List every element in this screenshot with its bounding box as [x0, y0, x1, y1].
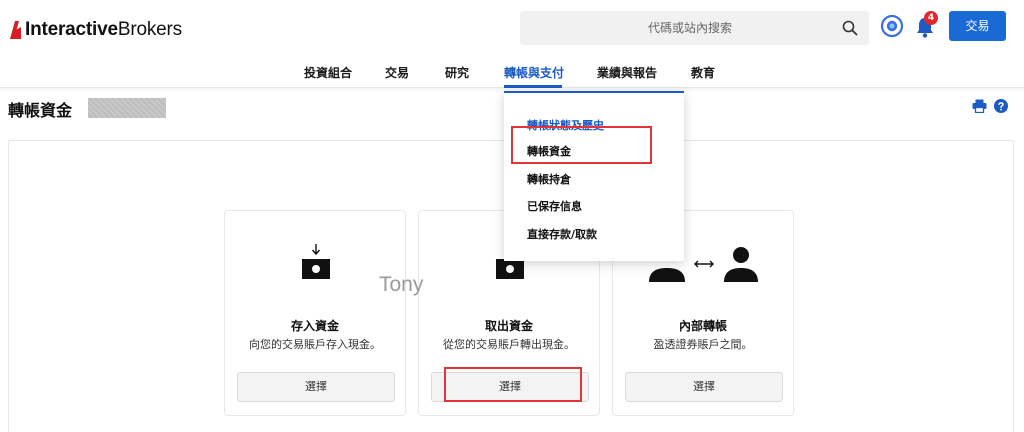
menu-item-transfer-positions[interactable]: 轉帳持倉	[527, 171, 571, 187]
card-title: 存入資金	[290, 319, 339, 333]
main-nav: 投資組合 交易 研究 轉帳與支付 業績與報告 教育	[0, 58, 1024, 88]
assistant-icon[interactable]	[880, 14, 904, 38]
notification-badge: 4	[924, 11, 938, 25]
menu-item-saved-information[interactable]: 已保存信息	[527, 198, 582, 214]
deposit-card[interactable]: 存入資金 向您的交易賬戶存入現金。 選擇	[224, 210, 406, 416]
nav-active-underline	[504, 85, 562, 88]
nav-item-performance-reports[interactable]: 業績與報告	[597, 64, 657, 81]
menu-item-transfer-status-history[interactable]: 轉帳狀態及歷史	[527, 117, 604, 133]
deposit-select-button[interactable]: 選擇	[237, 372, 395, 402]
nav-item-trade[interactable]: 交易	[385, 64, 409, 81]
nav-item-education[interactable]: 教育	[691, 64, 715, 81]
logo-text-regular: Brokers	[117, 19, 182, 40]
logo-text-bold: Interactive	[25, 19, 118, 40]
card-description: 盈透證券賬戶之間。	[653, 338, 753, 351]
search-box	[520, 11, 869, 45]
card-title: 內部轉帳	[678, 319, 727, 333]
internal-transfer-select-button[interactable]: 選擇	[625, 372, 783, 402]
transfer-dropdown-menu: 轉帳狀態及歷史 轉帳資金 轉帳持倉 已保存信息 直接存款/取款	[504, 91, 684, 261]
card-description: 向您的交易賬戶存入現金。	[249, 338, 381, 351]
ib-logo[interactable]: InteractiveBrokers	[8, 16, 182, 44]
top-header: InteractiveBrokers 4 交易	[0, 0, 1024, 56]
withdraw-select-button[interactable]: 選擇	[431, 372, 589, 402]
nav-item-portfolio[interactable]: 投資組合	[304, 64, 352, 81]
search-icon[interactable]	[842, 20, 858, 36]
page-title: 轉帳資金	[8, 101, 73, 120]
menu-item-direct-deposit-withdrawal[interactable]: 直接存款/取款	[527, 226, 597, 242]
ib-logo-mark-icon	[10, 21, 21, 39]
nav-item-transfer-pay[interactable]: 轉帳與支付	[504, 64, 564, 81]
watermark-text: Tony	[379, 273, 424, 296]
print-icon[interactable]	[972, 99, 987, 113]
trade-button[interactable]: 交易	[949, 11, 1006, 41]
card-title: 取出資金	[484, 319, 533, 333]
redacted-account-id	[88, 98, 166, 118]
nav-item-research[interactable]: 研究	[445, 64, 469, 81]
help-icon[interactable]	[994, 99, 1008, 113]
deposit-icon	[302, 244, 330, 279]
search-input[interactable]	[520, 11, 830, 45]
menu-item-transfer-funds[interactable]: 轉帳資金	[527, 143, 571, 159]
card-description: 從您的交易賬戶轉出現金。	[443, 338, 575, 351]
